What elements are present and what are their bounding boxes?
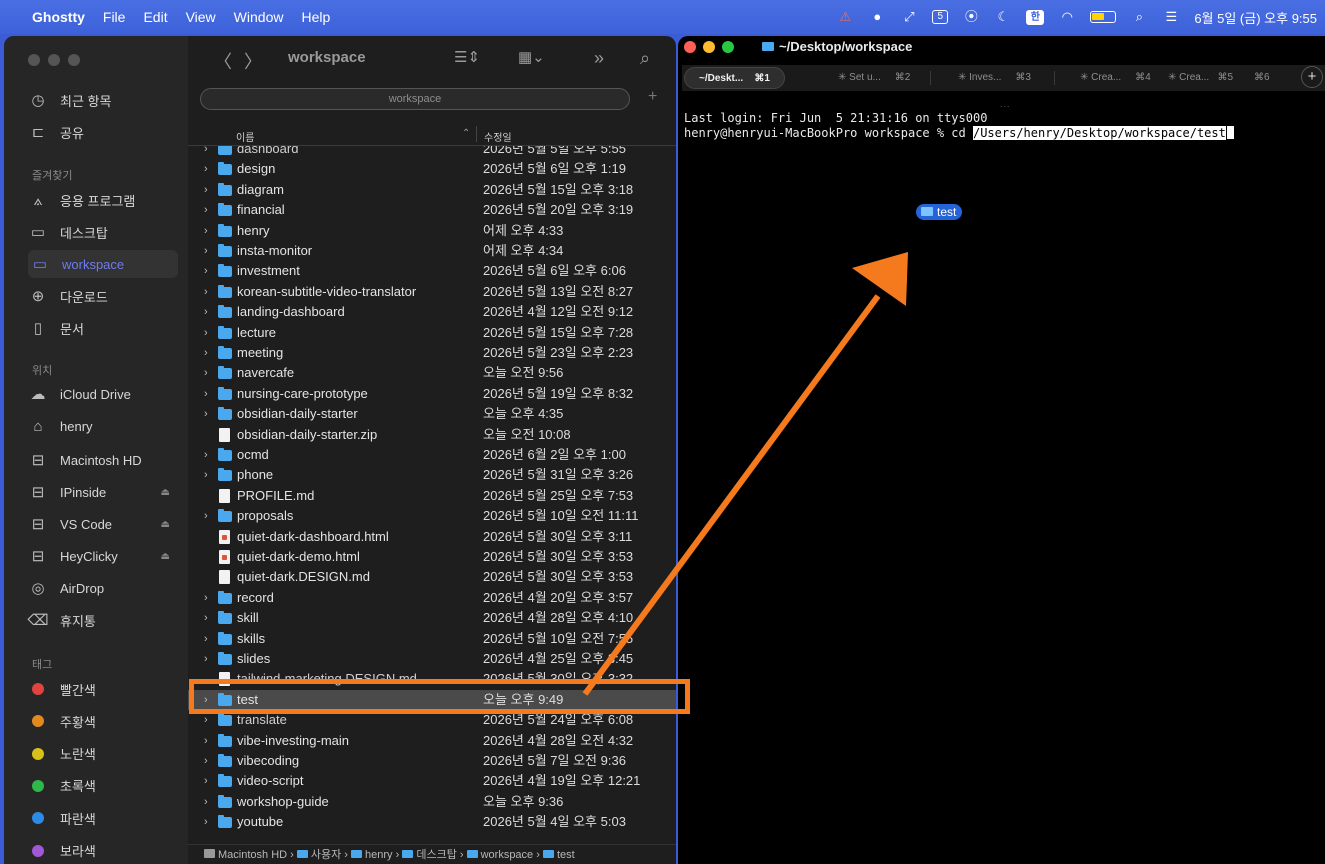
arrow-shaft: [582, 294, 881, 696]
drag-arrow: [582, 252, 908, 696]
